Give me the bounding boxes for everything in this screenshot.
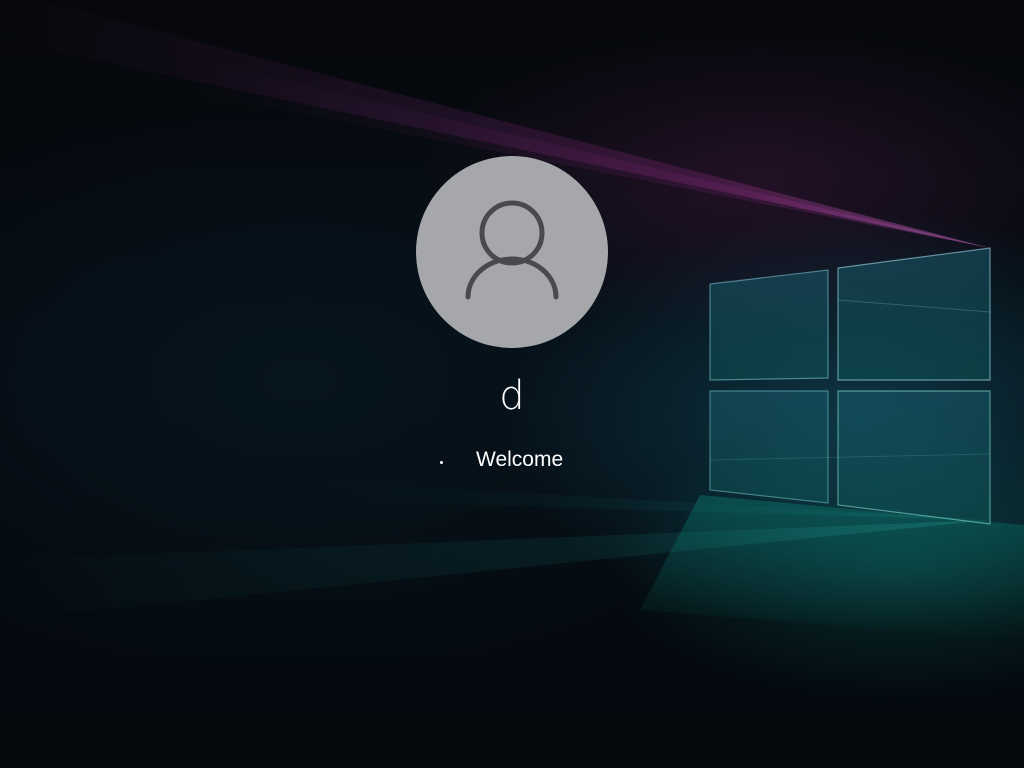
user-avatar xyxy=(416,156,608,348)
lock-screen: d Welcome xyxy=(0,0,1024,768)
sign-in-status: Welcome xyxy=(440,446,563,474)
welcome-text: Welcome xyxy=(476,448,564,471)
user-name: d xyxy=(499,373,525,419)
person-icon xyxy=(465,200,559,300)
loading-spinner-icon xyxy=(440,460,443,464)
